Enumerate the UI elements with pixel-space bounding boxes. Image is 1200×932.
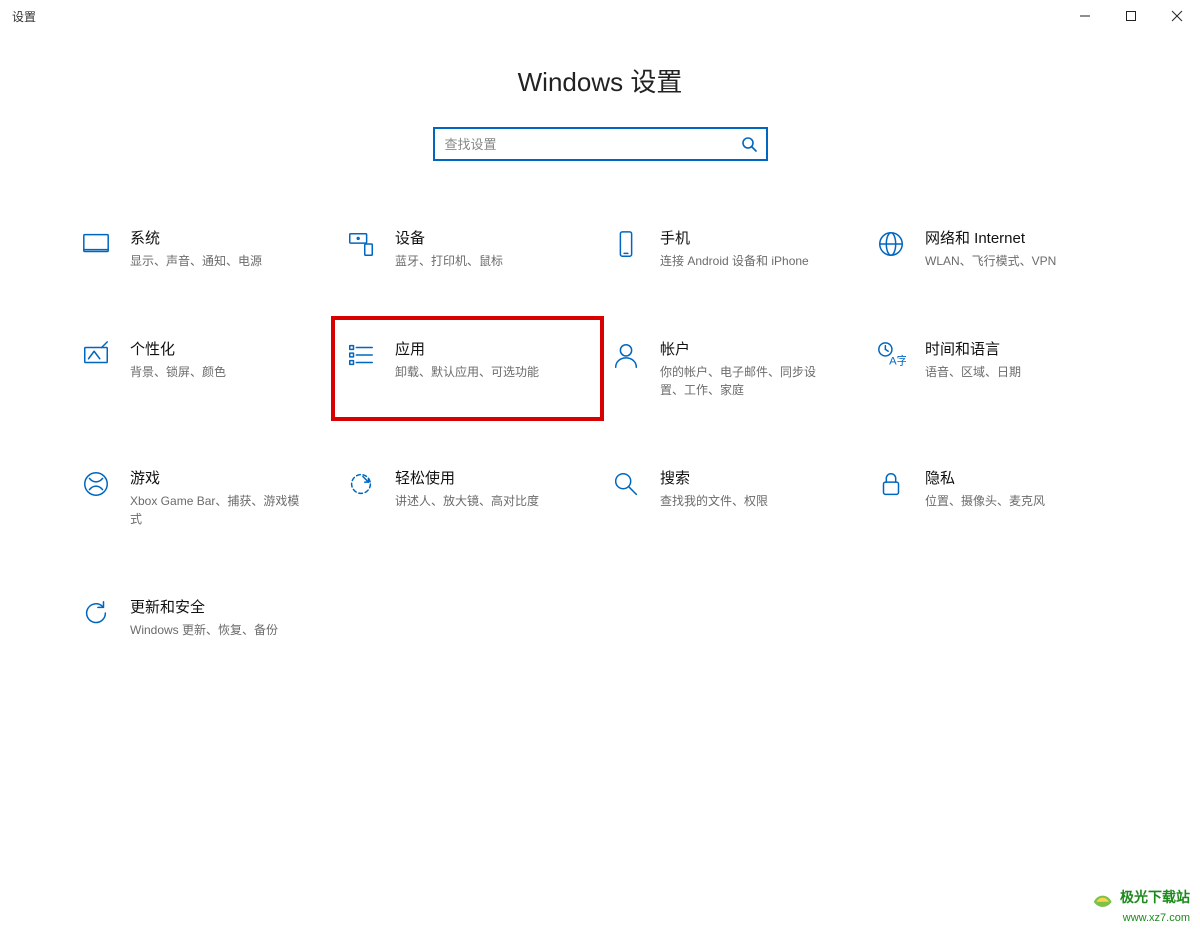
accounts-icon bbox=[606, 340, 646, 370]
tile-title: 轻松使用 bbox=[395, 467, 590, 488]
tile-title: 个性化 bbox=[130, 338, 325, 359]
tile-title: 游戏 bbox=[130, 467, 325, 488]
close-button[interactable] bbox=[1154, 0, 1200, 32]
tile-desc: 语音、区域、日期 bbox=[925, 363, 1095, 381]
search-input[interactable] bbox=[435, 129, 732, 159]
tile-desc: 位置、摄像头、麦克风 bbox=[925, 492, 1095, 510]
maximize-button[interactable] bbox=[1108, 0, 1154, 32]
network-icon bbox=[871, 229, 911, 259]
tile-title: 设备 bbox=[395, 227, 590, 248]
watermark-icon bbox=[1091, 888, 1113, 910]
tile-desc: 显示、声音、通知、电源 bbox=[130, 252, 300, 270]
personalization-icon bbox=[76, 340, 116, 370]
header: Windows 设置 bbox=[0, 62, 1200, 161]
tile-gaming[interactable]: 游戏 Xbox Game Bar、捕获、游戏模式 bbox=[70, 461, 335, 534]
tile-phone[interactable]: 手机 连接 Android 设备和 iPhone bbox=[600, 221, 865, 276]
window-title: 设置 bbox=[12, 8, 36, 25]
system-icon bbox=[76, 229, 116, 259]
tile-privacy[interactable]: 隐私 位置、摄像头、麦克风 bbox=[865, 461, 1130, 534]
ease-of-access-icon bbox=[341, 469, 381, 499]
tile-title: 网络和 Internet bbox=[925, 227, 1120, 248]
tile-title: 时间和语言 bbox=[925, 338, 1120, 359]
tile-desc: 连接 Android 设备和 iPhone bbox=[660, 252, 830, 270]
tile-desc: WLAN、飞行模式、VPN bbox=[925, 252, 1095, 270]
tile-desc: Xbox Game Bar、捕获、游戏模式 bbox=[130, 492, 300, 528]
tile-desc: Windows 更新、恢复、备份 bbox=[130, 621, 300, 639]
tile-accounts[interactable]: 帐户 你的帐户、电子邮件、同步设置、工作、家庭 bbox=[600, 332, 865, 405]
time-language-icon: A字 bbox=[871, 340, 911, 370]
tile-title: 隐私 bbox=[925, 467, 1120, 488]
tile-desc: 蓝牙、打印机、鼠标 bbox=[395, 252, 565, 270]
devices-icon bbox=[341, 229, 381, 259]
tile-title: 更新和安全 bbox=[130, 596, 325, 617]
privacy-icon bbox=[871, 469, 911, 499]
tile-desc: 你的帐户、电子邮件、同步设置、工作、家庭 bbox=[660, 363, 830, 399]
tile-desc: 背景、锁屏、颜色 bbox=[130, 363, 300, 381]
tile-title: 搜索 bbox=[660, 467, 855, 488]
tile-personalization[interactable]: 个性化 背景、锁屏、颜色 bbox=[70, 332, 335, 405]
tile-ease-of-access[interactable]: 轻松使用 讲述人、放大镜、高对比度 bbox=[335, 461, 600, 534]
tile-desc: 卸载、默认应用、可选功能 bbox=[395, 363, 565, 381]
minimize-button[interactable] bbox=[1062, 0, 1108, 32]
titlebar: 设置 bbox=[0, 0, 1200, 32]
watermark-line1: 极光下载站 bbox=[1120, 890, 1190, 906]
tile-apps[interactable]: 应用 卸载、默认应用、可选功能 bbox=[331, 316, 604, 421]
svg-text:A字: A字 bbox=[889, 353, 906, 367]
tile-system[interactable]: 系统 显示、声音、通知、电源 bbox=[70, 221, 335, 276]
search-icon[interactable] bbox=[732, 129, 766, 159]
page-title: Windows 设置 bbox=[0, 62, 1200, 99]
tile-network[interactable]: 网络和 Internet WLAN、飞行模式、VPN bbox=[865, 221, 1130, 276]
tile-search[interactable]: 搜索 查找我的文件、权限 bbox=[600, 461, 865, 534]
tile-title: 应用 bbox=[395, 338, 590, 359]
tile-time-language[interactable]: A字 时间和语言 语音、区域、日期 bbox=[865, 332, 1130, 405]
tile-devices[interactable]: 设备 蓝牙、打印机、鼠标 bbox=[335, 221, 600, 276]
tile-title: 系统 bbox=[130, 227, 325, 248]
watermark: 极光下载站 www.xz7.com bbox=[1091, 888, 1190, 926]
tile-desc: 查找我的文件、权限 bbox=[660, 492, 830, 510]
tile-desc: 讲述人、放大镜、高对比度 bbox=[395, 492, 565, 510]
apps-icon bbox=[341, 340, 381, 370]
tile-title: 帐户 bbox=[660, 338, 855, 359]
phone-icon bbox=[606, 229, 646, 259]
search-box[interactable] bbox=[433, 127, 768, 161]
window-controls bbox=[1062, 0, 1200, 32]
search-tile-icon bbox=[606, 469, 646, 499]
tile-title: 手机 bbox=[660, 227, 855, 248]
watermark-line2: www.xz7.com bbox=[1123, 912, 1190, 924]
gaming-icon bbox=[76, 469, 116, 499]
tile-update-security[interactable]: 更新和安全 Windows 更新、恢复、备份 bbox=[70, 590, 335, 645]
update-icon bbox=[76, 598, 116, 628]
settings-grid: 系统 显示、声音、通知、电源 设备 蓝牙、打印机、鼠标 手机 连接 Androi… bbox=[60, 221, 1140, 645]
